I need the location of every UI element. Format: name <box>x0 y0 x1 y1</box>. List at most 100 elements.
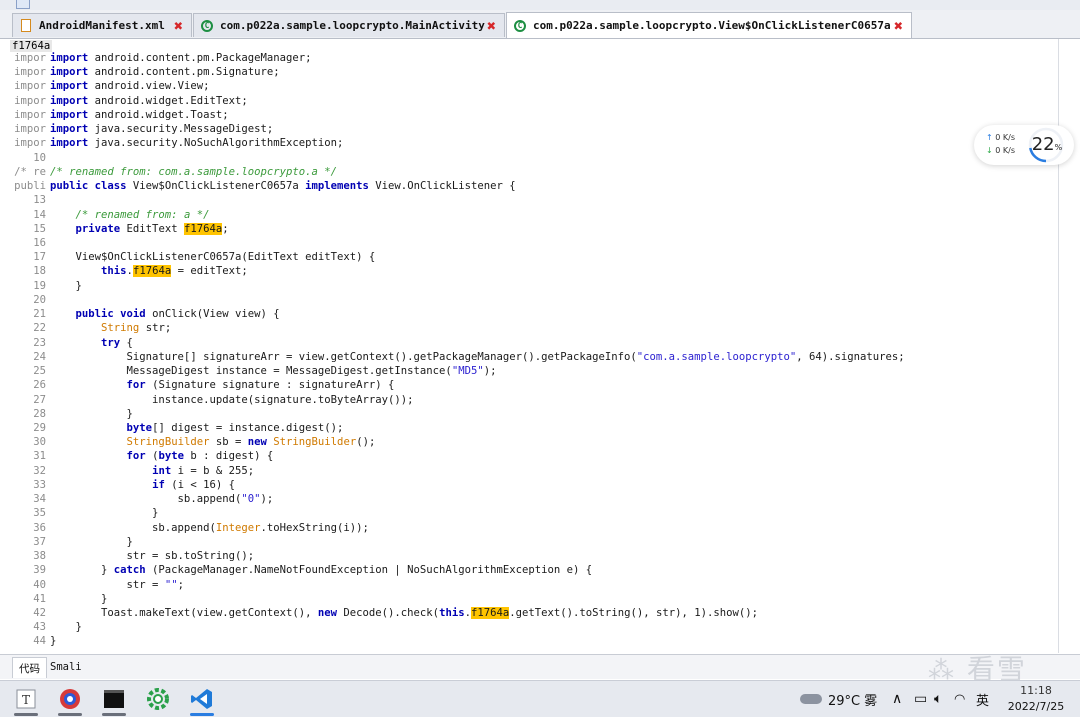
code-editor[interactable]: impor import android.content.pm.PackageMa… <box>0 39 1080 653</box>
code-line[interactable]: impor import android.content.pm.PackageMa… <box>0 51 1080 65</box>
line-number: 32 <box>33 464 46 477</box>
code-line[interactable]: 42 Toast.makeText(view.getContext(), new… <box>0 606 1080 620</box>
tab-onclicklistener[interactable]: C com.p022a.sample.loopcrypto.View$OnCli… <box>506 12 912 38</box>
line-number: 44 <box>33 635 46 648</box>
code-line[interactable]: 39 } catch (PackageManager.NameNotFoundE… <box>0 563 1080 577</box>
line-number: 18 <box>33 265 46 278</box>
code-text: for (Signature signature : signatureArr)… <box>126 379 395 392</box>
code-line[interactable]: 38 str = sb.toString(); <box>0 549 1080 563</box>
line-number: 15 <box>33 222 46 235</box>
code-text: import android.content.pm.PackageManager… <box>50 52 312 64</box>
tab-label: AndroidManifest.xml <box>39 19 165 32</box>
code-line[interactable]: 16 <box>0 236 1080 250</box>
close-icon[interactable]: ✖ <box>174 18 183 33</box>
code-line[interactable]: 19 } <box>0 279 1080 293</box>
tab-code[interactable]: 代码 <box>12 657 47 678</box>
code-line[interactable]: 13 <box>0 193 1080 207</box>
wifi-icon[interactable]: ◠ <box>954 681 965 717</box>
code-text: View$OnClickListenerC0657a(EditText edit… <box>50 251 376 264</box>
line-number: impor <box>14 52 46 64</box>
code-line[interactable]: 24 Signature[] signatureArr = view.getCo… <box>0 350 1080 364</box>
code-line[interactable]: impor import android.view.View; <box>0 79 1080 93</box>
tab-label: com.p022a.sample.loopcrypto.View$OnClick… <box>533 19 891 32</box>
tab-mainactivity[interactable]: C com.p022a.sample.loopcrypto.MainActivi… <box>193 13 505 37</box>
line-number: 36 <box>33 521 46 534</box>
code-line[interactable]: 18 this.f1764a = editText; <box>0 264 1080 278</box>
code-line[interactable]: 21 public void onClick(View view) { <box>0 307 1080 321</box>
code-line[interactable]: 28 } <box>0 407 1080 421</box>
code-line[interactable]: 15 private EditText f1764a; <box>0 222 1080 236</box>
code-line[interactable]: 10 <box>0 151 1080 165</box>
code-line[interactable]: 34 sb.append("0"); <box>0 492 1080 506</box>
code-line[interactable]: 33 if (i < 16) { <box>0 478 1080 492</box>
code-line[interactable]: 41 } <box>0 592 1080 606</box>
terminal-icon[interactable] <box>100 685 128 716</box>
code-line[interactable]: 36 sb.append(Integer.toHexString(i)); <box>0 521 1080 535</box>
code-text: Toast.makeText(view.getContext(), new De… <box>50 606 759 619</box>
tab-androidmanifest[interactable]: AndroidManifest.xml ✖ <box>12 13 192 37</box>
code-line[interactable]: impor import android.widget.EditText; <box>0 94 1080 108</box>
line-number: impor <box>14 123 46 136</box>
code-line[interactable]: 25 MessageDigest instance = MessageDiges… <box>0 364 1080 378</box>
code-line[interactable]: 37 } <box>0 535 1080 549</box>
code-line[interactable]: 43 } <box>0 620 1080 634</box>
code-text: str = sb.toString(); <box>50 550 255 563</box>
vscode-icon[interactable] <box>188 685 216 716</box>
xml-file-icon <box>19 19 33 33</box>
code-line[interactable]: 35 } <box>0 506 1080 520</box>
line-number: 26 <box>33 379 46 392</box>
code-line[interactable]: publi public class View$OnClickListenerC0… <box>0 179 1080 193</box>
clock[interactable]: 11:18 2022/7/25 <box>998 681 1074 717</box>
download-speed: ↓ 0 K/s <box>986 146 1015 155</box>
code-line[interactable]: impor import java.security.NoSuchAlgorith… <box>0 136 1080 150</box>
code-text: public class View$OnClickListenerC0657a … <box>50 180 516 193</box>
code-line[interactable]: 30 StringBuilder sb = new StringBuilder(… <box>0 435 1080 449</box>
code-line[interactable]: 31 for (byte b : digest) { <box>0 449 1080 463</box>
tab-smali[interactable]: Smali <box>44 657 88 677</box>
code-line[interactable]: impor import android.widget.Toast; <box>0 108 1080 122</box>
code-line[interactable]: 20 <box>0 293 1080 307</box>
code-text: private EditText f1764a; <box>75 222 229 235</box>
line-number: 21 <box>33 308 46 321</box>
speaker-icon[interactable]: 🔈︎ <box>934 681 942 717</box>
code-text: } <box>50 535 133 548</box>
line-number: 17 <box>33 251 46 264</box>
tray-chevron-up-icon[interactable]: ∧ <box>892 681 902 717</box>
code-line[interactable]: impor import java.security.MessageDigest; <box>0 122 1080 136</box>
windows-taskbar: T 29°C 雾 ∧ ▭ 🔈︎ ◠ 英 11:18 2022/7/25 <box>0 680 1080 717</box>
weather-widget[interactable]: 29°C 雾 <box>800 681 877 717</box>
browser-icon[interactable] <box>56 685 84 716</box>
code-text: import android.widget.EditText; <box>50 94 248 107</box>
code-text: instance.update(signature.toByteArray())… <box>50 393 414 406</box>
code-line[interactable]: 40 str = ""; <box>0 578 1080 592</box>
code-text: String str; <box>101 322 172 335</box>
code-line[interactable]: 14 /* renamed from: a */ <box>0 208 1080 222</box>
close-icon[interactable]: ✖ <box>487 18 496 33</box>
text-editor-icon[interactable]: T <box>12 685 40 716</box>
code-line[interactable]: 22 String str; <box>0 321 1080 335</box>
code-text: } catch (PackageManager.NameNotFoundExce… <box>50 564 593 577</box>
line-number: impor <box>14 108 46 121</box>
toolbar-mini-icon[interactable] <box>16 0 30 9</box>
code-line[interactable]: 27 instance.update(signature.toByteArray… <box>0 393 1080 407</box>
code-line[interactable]: /* re /* renamed from: com.a.sample.loopc… <box>0 165 1080 179</box>
class-icon: C <box>513 19 527 33</box>
ime-indicator[interactable]: 英 <box>976 681 989 717</box>
code-line[interactable]: 23 try { <box>0 336 1080 350</box>
network-monitor-widget[interactable]: ↑ 0 K/s ↓ 0 K/s 22% <box>974 125 1074 165</box>
code-line[interactable]: impor import android.content.pm.Signature… <box>0 65 1080 79</box>
code-line[interactable]: 29 byte[] digest = instance.digest(); <box>0 421 1080 435</box>
code-line[interactable]: 17 View$OnClickListenerC0657a(EditText e… <box>0 250 1080 264</box>
line-number: 37 <box>33 535 46 548</box>
line-number: impor <box>14 94 46 107</box>
code-line[interactable]: 44} <box>0 634 1080 648</box>
code-text: } <box>50 507 159 520</box>
code-text: public void onClick(View view) { <box>75 308 280 321</box>
code-text: for (byte b : digest) { <box>126 450 274 463</box>
network-icon[interactable]: ▭ <box>914 681 927 717</box>
close-icon[interactable]: ✖ <box>894 18 903 33</box>
settings-gear-icon[interactable] <box>144 685 172 713</box>
code-line[interactable]: 32 int i = b & 255; <box>0 464 1080 478</box>
cloud-icon <box>800 694 822 704</box>
code-line[interactable]: 26 for (Signature signature : signatureA… <box>0 378 1080 392</box>
